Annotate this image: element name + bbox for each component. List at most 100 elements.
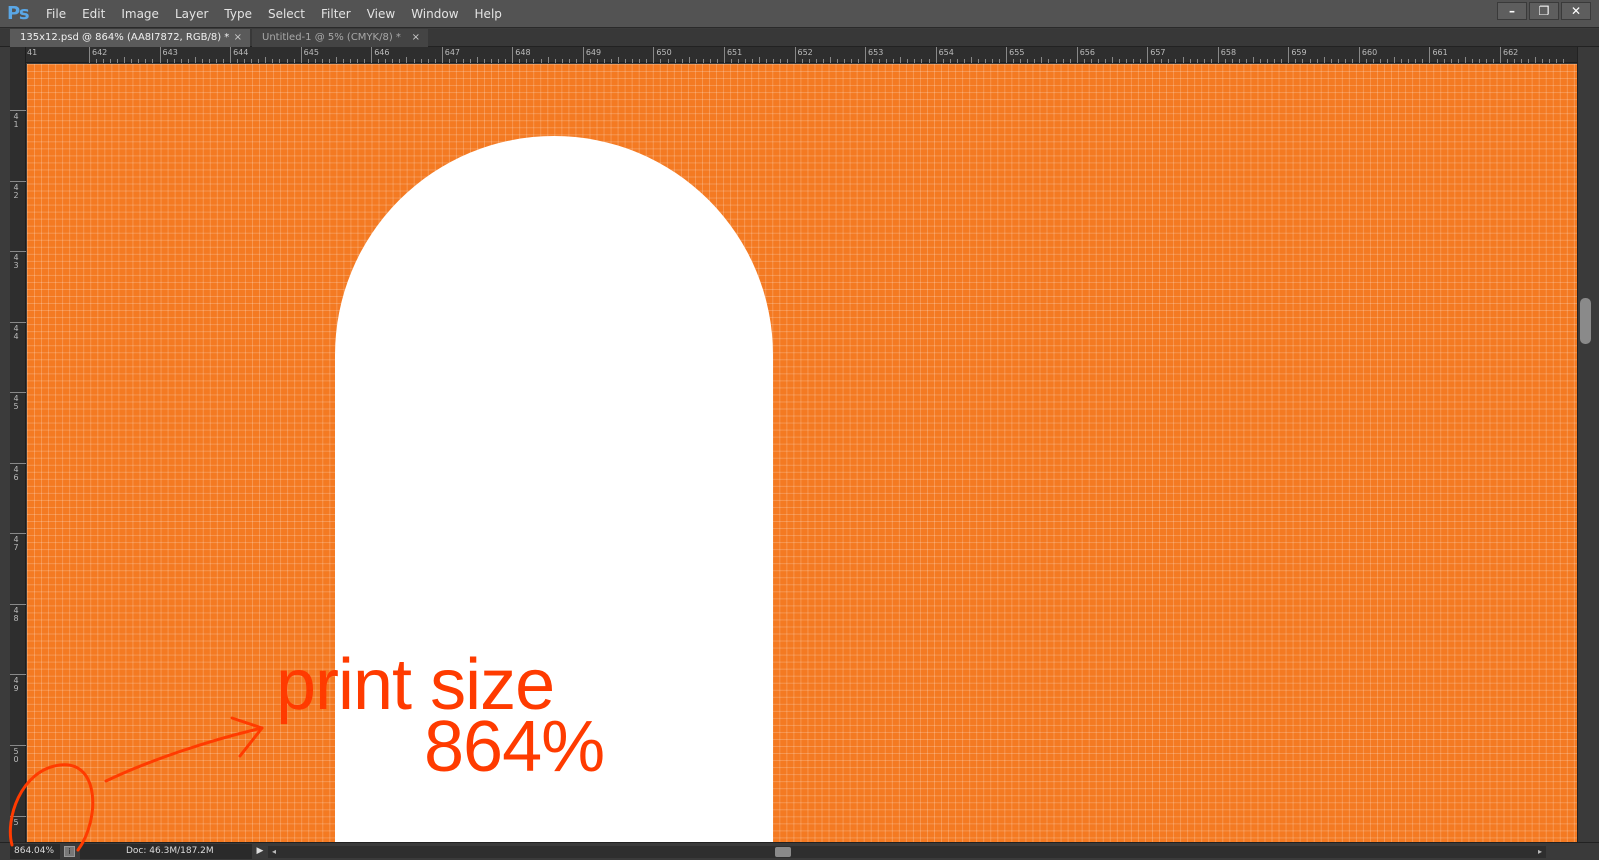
ruler-minor-tick — [1457, 59, 1459, 63]
ruler-minor-tick — [942, 59, 944, 63]
menu-window[interactable]: Window — [403, 0, 466, 28]
ruler-minor-tick — [469, 59, 471, 63]
document-tab-bar: 135x12.psd @ 864% (AA8I7872, RGB/8) * × … — [0, 29, 1599, 47]
ruler-minor-tick — [879, 59, 881, 63]
ruler-minor-tick — [237, 59, 239, 63]
ruler-major-tick — [10, 180, 26, 182]
doc-info-icon[interactable]: i — [64, 846, 75, 857]
ruler-minor-tick — [893, 59, 895, 63]
ruler-minor-tick — [455, 59, 457, 63]
ruler-minor-tick — [1492, 59, 1494, 63]
ruler-tick-label: 652 — [797, 48, 813, 57]
close-icon[interactable]: ✕ — [1561, 2, 1591, 20]
ruler-minor-tick — [124, 57, 126, 63]
ruler-tick-label: 44 — [13, 323, 19, 341]
ruler-minor-tick — [1246, 59, 1248, 63]
ruler-minor-tick — [1316, 59, 1318, 63]
ruler-minor-tick — [1189, 59, 1191, 63]
ruler-major-tick — [1217, 47, 1219, 63]
horizontal-ruler[interactable]: 41 642 643 644 645 646 647 648 649 650 651 652 653 6… — [10, 47, 1577, 63]
horizontal-scrollbar-thumb[interactable] — [775, 847, 791, 857]
ruler-origin[interactable] — [10, 47, 26, 63]
ruler-minor-tick — [406, 57, 408, 63]
ruler-major-tick — [10, 110, 26, 111]
vertical-scrollbar[interactable] — [1577, 47, 1599, 842]
ruler-minor-tick — [1436, 59, 1438, 63]
ruler-minor-tick — [815, 59, 817, 63]
ruler-minor-tick — [773, 59, 775, 63]
menu-layer[interactable]: Layer — [167, 0, 216, 28]
ruler-major-tick — [1147, 47, 1149, 63]
menu-image[interactable]: Image — [113, 0, 167, 28]
ruler-minor-tick — [1041, 57, 1043, 63]
annotation-zoom-value: 864% — [424, 707, 605, 787]
ruler-minor-tick — [357, 59, 359, 63]
ruler-tick-label: 46 — [13, 464, 19, 482]
ruler-minor-tick — [1203, 59, 1205, 63]
ruler-minor-tick — [999, 59, 1001, 63]
ruler-minor-tick — [709, 59, 711, 63]
ruler-minor-tick — [1408, 59, 1410, 63]
vertical-scrollbar-thumb[interactable] — [1580, 298, 1591, 344]
scroll-left-icon[interactable]: ◂ — [268, 846, 280, 858]
tab-close-icon[interactable]: × — [234, 29, 242, 47]
ruler-minor-tick — [914, 59, 916, 63]
ruler-minor-tick — [1161, 59, 1163, 63]
horizontal-scrollbar[interactable]: ◂ ▸ — [268, 846, 1546, 858]
ruler-minor-tick — [1048, 59, 1050, 63]
tab-untitled-1[interactable]: Untitled-1 @ 5% (CMYK/8) * × — [252, 29, 428, 47]
zoom-level-field[interactable]: 864.04% — [10, 844, 60, 859]
menu-type[interactable]: Type — [216, 0, 260, 28]
tab-close-icon[interactable]: × — [412, 29, 420, 47]
ruler-tick-label: 649 — [585, 48, 602, 57]
ruler-major-tick — [1288, 47, 1290, 63]
ruler-tick-label: 654 — [938, 48, 954, 57]
ruler-minor-tick — [223, 59, 225, 63]
ruler-minor-tick — [293, 59, 295, 63]
ruler-minor-tick — [1281, 59, 1283, 63]
ruler-minor-tick — [110, 59, 112, 63]
ruler-minor-tick — [1231, 59, 1233, 63]
ruler-minor-tick — [399, 59, 401, 63]
ruler-minor-tick — [611, 59, 613, 63]
ruler-major-tick — [371, 47, 373, 63]
minimize-icon[interactable]: – — [1497, 2, 1527, 20]
ruler-minor-tick — [533, 59, 535, 63]
tab-135x12-psd[interactable]: 135x12.psd @ 864% (AA8I7872, RGB/8) * × — [10, 29, 250, 47]
menu-help[interactable]: Help — [467, 0, 510, 28]
ruler-minor-tick — [625, 59, 627, 63]
vertical-ruler[interactable]: 41 42 43 44 45 46 47 48 49 50 5 — [10, 63, 26, 842]
ruler-minor-tick — [759, 57, 761, 63]
menu-file[interactable]: File — [38, 0, 74, 28]
ruler-minor-tick — [477, 57, 479, 63]
menu-view[interactable]: View — [359, 0, 403, 28]
menu-items: File Edit Image Layer Type Select Filter… — [38, 0, 510, 28]
ruler-minor-tick — [201, 59, 203, 63]
ruler-minor-tick — [1210, 59, 1212, 63]
ruler-minor-tick — [1471, 59, 1473, 63]
ruler-minor-tick — [808, 59, 810, 63]
ruler-minor-tick — [970, 57, 972, 63]
document-canvas[interactable] — [27, 64, 1577, 842]
ruler-minor-tick — [1267, 59, 1269, 63]
ruler-minor-tick — [385, 59, 387, 63]
menu-select[interactable]: Select — [260, 0, 313, 28]
menu-filter[interactable]: Filter — [313, 0, 359, 28]
ruler-minor-tick — [1337, 59, 1339, 63]
ruler-minor-tick — [1260, 59, 1262, 63]
ruler-minor-tick — [992, 59, 994, 63]
ruler-minor-tick — [907, 59, 909, 63]
ruler-minor-tick — [286, 59, 288, 63]
ruler-minor-tick — [152, 59, 154, 63]
ruler-minor-tick — [138, 59, 140, 63]
restore-icon[interactable]: ❐ — [1529, 2, 1559, 20]
ruler-minor-tick — [434, 59, 436, 63]
ruler-minor-tick — [1238, 59, 1240, 63]
ruler-tick-label: 49 — [13, 676, 19, 694]
menu-edit[interactable]: Edit — [74, 0, 113, 28]
ruler-minor-tick — [378, 59, 380, 63]
ruler-major-tick — [10, 674, 26, 676]
ruler-minor-tick — [738, 59, 740, 63]
status-menu-arrow-icon[interactable]: ▶ — [254, 844, 266, 859]
scroll-right-icon[interactable]: ▸ — [1534, 846, 1546, 858]
